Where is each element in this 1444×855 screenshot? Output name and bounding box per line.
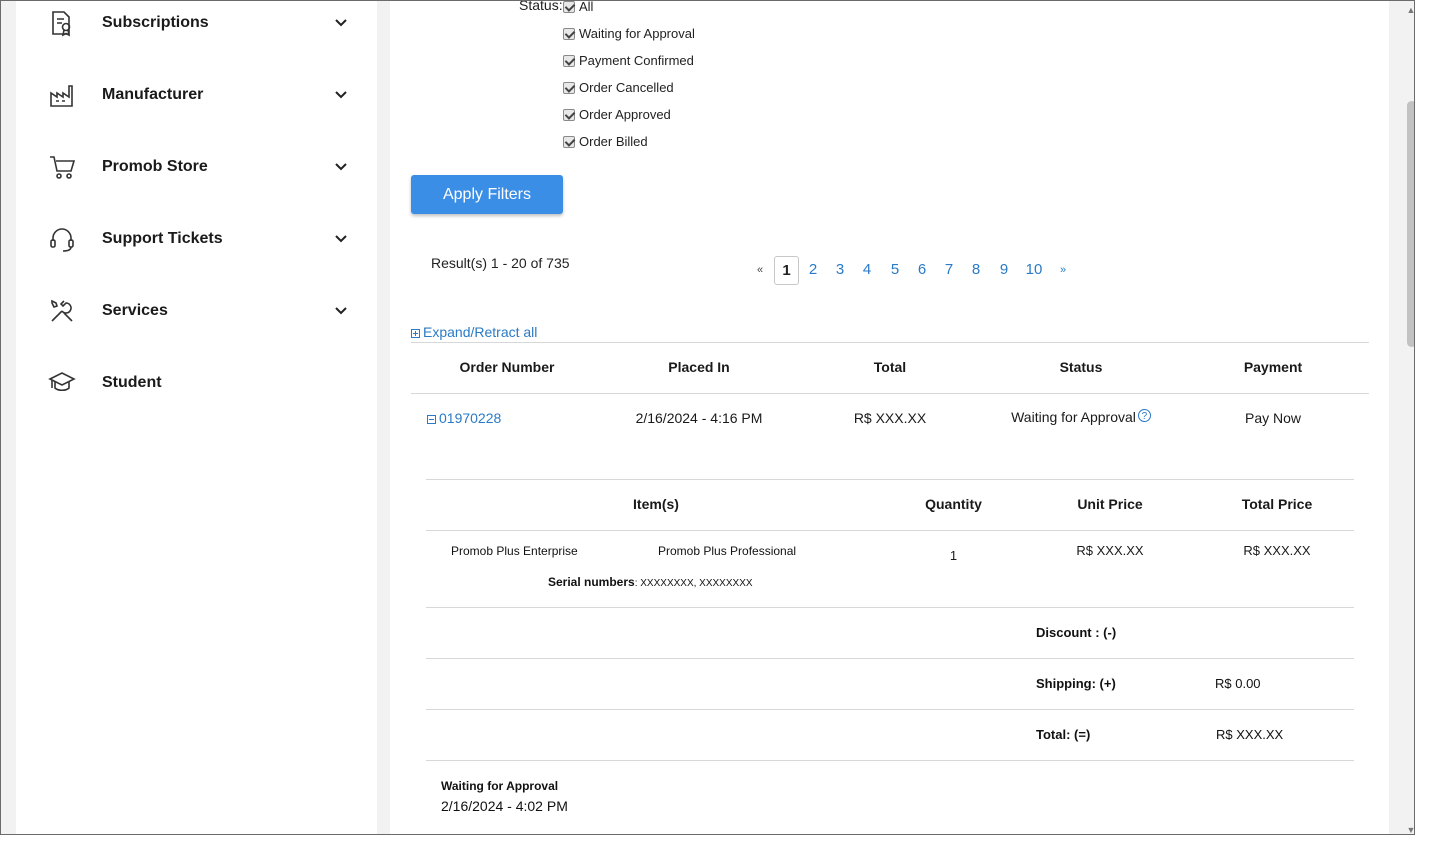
column-header-placed-in: Placed In — [668, 359, 730, 375]
item-name: Promob Plus Enterprise — [451, 544, 578, 558]
order-placed-in: 2/16/2024 - 4:16 PM — [635, 410, 763, 426]
browser-window: Subscriptions Manufacturer Promob Store … — [0, 0, 1415, 835]
sidebar-item-student[interactable]: Student — [16, 355, 377, 411]
shopping-cart-icon — [48, 153, 76, 181]
sidebar-item-label: Student — [102, 374, 162, 391]
help-question-icon[interactable]: ? — [1137, 409, 1151, 422]
sidebar-item-label: Subscriptions — [102, 14, 209, 31]
discount-label: Discount : (-) — [1036, 625, 1117, 640]
checkbox[interactable] — [563, 54, 575, 67]
divider — [426, 709, 1354, 710]
total-value: R$ XXX.XX — [1216, 727, 1284, 742]
serial-numbers: Serial numbers: XXXXXXXX, XXXXXXXX — [548, 575, 753, 589]
pagination-page-10[interactable]: 10 — [1021, 256, 1047, 283]
shipping-label: Shipping: (+) — [1036, 676, 1116, 691]
divider — [426, 658, 1354, 659]
detail-header-quantity: Quantity — [925, 496, 982, 512]
pagination-page-4[interactable]: 4 — [857, 256, 877, 283]
scroll-down-arrow[interactable]: ▼ — [1405, 825, 1414, 834]
item-variant: Promob Plus Professional — [658, 544, 797, 558]
item-quantity: 1 — [949, 548, 958, 563]
pagination-page-9[interactable]: 9 — [994, 256, 1014, 283]
sidebar-item-label: Manufacturer — [102, 86, 204, 103]
results-summary: Result(s) 1 - 20 of 735 — [431, 255, 570, 271]
filter-checkbox-order-cancelled[interactable]: Order Cancelled — [563, 80, 674, 95]
history-status: Waiting for Approval — [441, 779, 559, 793]
column-header-order-number: Order Number — [459, 359, 555, 375]
chevron-down-icon[interactable] — [334, 232, 348, 246]
detail-header-items: Item(s) — [633, 496, 679, 512]
divider — [426, 479, 1354, 480]
pagination-prev[interactable]: « — [751, 256, 769, 283]
sidebar-item-subscriptions[interactable]: Subscriptions — [16, 1, 377, 51]
chevron-down-icon[interactable] — [334, 16, 348, 30]
sidebar-item-services[interactable]: Services — [16, 283, 377, 339]
divider — [426, 760, 1354, 761]
headset-icon — [48, 225, 76, 253]
collapse-minus-icon[interactable] — [427, 414, 436, 424]
checkbox[interactable] — [563, 81, 575, 94]
pagination-page-2[interactable]: 2 — [803, 256, 823, 283]
tools-icon — [48, 297, 76, 325]
item-unit-price: R$ XXX.XX — [1076, 543, 1144, 558]
pagination-page-7[interactable]: 7 — [939, 256, 959, 283]
sidebar-item-label: Services — [102, 302, 168, 319]
column-header-total: Total — [873, 359, 907, 375]
pagination-page-3[interactable]: 3 — [830, 256, 850, 283]
detail-header-unit-price: Unit Price — [1077, 496, 1143, 512]
chevron-down-icon[interactable] — [334, 160, 348, 174]
divider — [411, 342, 1369, 343]
shipping-value: R$ 0.00 — [1215, 676, 1261, 691]
status-filter-label: Status: — [519, 0, 563, 13]
certificate-document-icon — [48, 9, 76, 37]
checkbox[interactable] — [563, 108, 575, 121]
scrollbar-thumb[interactable] — [1407, 101, 1414, 347]
column-header-payment: Payment — [1243, 359, 1303, 375]
pagination-page-6[interactable]: 6 — [912, 256, 932, 283]
order-status: Waiting for Approval? — [995, 409, 1167, 425]
sidebar-item-support-tickets[interactable]: Support Tickets — [16, 211, 377, 267]
sidebar-item-label: Promob Store — [102, 158, 208, 175]
checkbox[interactable] — [563, 1, 575, 13]
factory-icon — [48, 81, 76, 109]
sidebar: Subscriptions Manufacturer Promob Store … — [16, 1, 377, 834]
sidebar-item-manufacturer[interactable]: Manufacturer — [16, 67, 377, 123]
chevron-down-icon[interactable] — [334, 88, 348, 102]
pagination-page-1[interactable]: 1 — [774, 256, 799, 285]
scroll-up-arrow[interactable]: ▲ — [1405, 5, 1414, 15]
pagination-page-8[interactable]: 8 — [966, 256, 986, 283]
sidebar-item-promob-store[interactable]: Promob Store — [16, 139, 377, 195]
history-date: 2/16/2024 - 4:02 PM — [441, 798, 568, 814]
divider — [426, 607, 1354, 608]
filter-checkbox-order-approved[interactable]: Order Approved — [563, 107, 671, 122]
total-label: Total: (=) — [1036, 727, 1091, 742]
divider — [411, 393, 1369, 394]
apply-filters-button[interactable]: Apply Filters — [411, 175, 563, 214]
sidebar-item-label: Support Tickets — [102, 230, 223, 247]
chevron-down-icon[interactable] — [334, 304, 348, 318]
filter-checkbox-order-billed[interactable]: Order Billed — [563, 134, 648, 149]
pagination-page-5[interactable]: 5 — [885, 256, 905, 283]
expand-retract-all-link[interactable]: Expand/Retract all — [411, 324, 537, 340]
divider — [426, 530, 1354, 531]
graduation-cap-icon — [48, 369, 76, 397]
detail-header-total-price: Total Price — [1241, 496, 1313, 512]
filter-checkbox-all[interactable]: All — [563, 1, 593, 14]
filter-checkbox-waiting-for-approval[interactable]: Waiting for Approval — [563, 26, 695, 41]
filter-checkbox-payment-confirmed[interactable]: Payment Confirmed — [563, 53, 694, 68]
expand-plus-icon — [411, 328, 420, 338]
column-header-status: Status — [1059, 359, 1103, 375]
order-number-link[interactable]: 01970228 — [427, 410, 501, 426]
item-total-price: R$ XXX.XX — [1243, 543, 1311, 558]
pay-now-link[interactable]: Pay Now — [1187, 410, 1359, 426]
checkbox[interactable] — [563, 27, 575, 40]
order-total: R$ XXX.XX — [853, 410, 927, 426]
pagination-next[interactable]: » — [1054, 256, 1072, 283]
checkbox[interactable] — [563, 135, 575, 148]
